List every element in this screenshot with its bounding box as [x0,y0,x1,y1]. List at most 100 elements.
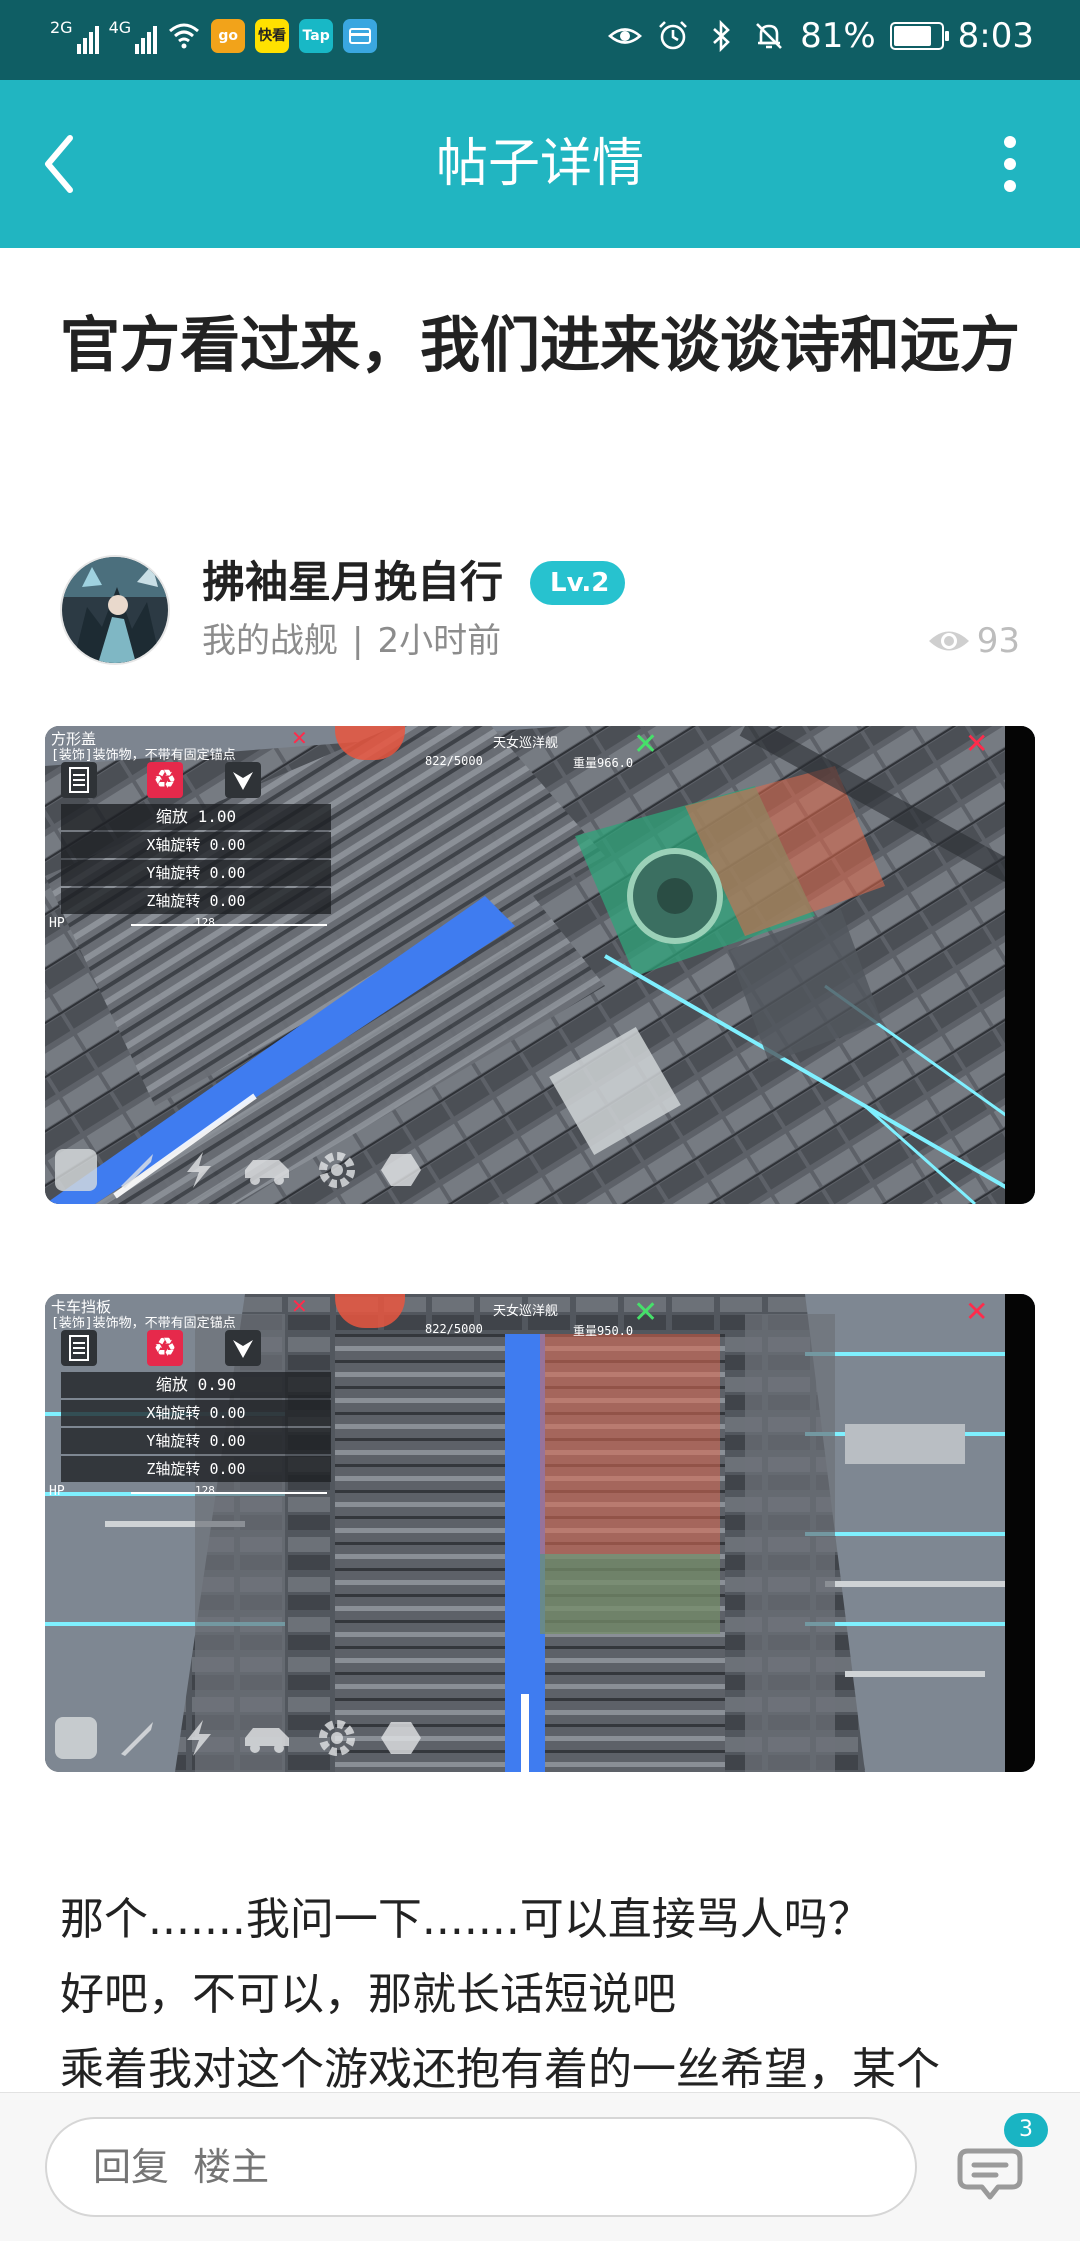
lightning-icon [187,1152,211,1188]
app-card-icon [343,19,378,53]
sword-icon [121,1154,153,1188]
post-title: 官方看过来，我们进来谈谈诗和远方 [60,311,1020,381]
post-section[interactable]: 我的战舰 [202,621,338,661]
panel-row: X轴旋转 0.00 [61,832,331,858]
collapse-icon [225,1330,261,1366]
more-dot-icon [1004,136,1016,148]
hp-bar [131,924,327,926]
alarm-icon [659,21,687,50]
eye-comfort-icon [608,28,643,44]
panel-row: 缩放 0.90 [61,1372,331,1398]
hp-label: HP [49,916,65,931]
part-desc: [装饰]装饰物，不带有固定锚点 [51,748,236,763]
close-x-icon: ✕ [291,726,308,750]
author-row: 拂袖星月挽自行 Lv.2 我的战舰 | 2小时前 93 [60,555,1020,665]
app-bar: 帖子详情 [0,80,1080,248]
status-bar-left: 2G 4G go 快看 Tap [50,18,378,54]
car-icon [245,1160,289,1185]
clock: 8:03 [957,16,1034,56]
meta-separator: | [352,621,364,661]
car-icon [245,1728,289,1753]
reply-input[interactable] [45,2117,917,2217]
hud-toolbar [55,1714,423,1762]
ship-weight: 重量966.0 [573,756,634,770]
hp-value: 128 [195,1484,215,1497]
post-meta: 我的战舰 | 2小时前 [202,617,501,665]
reply-bar: 3 [0,2092,1080,2241]
page-title: 帖子详情 [435,134,644,194]
post-time: 2小时前 [377,621,502,661]
author-name[interactable]: 拂袖星月挽自行 [202,555,503,611]
status-bar: 2G 4G go 快看 Tap 81% 8:03 [0,0,1080,80]
recycle-icon: ♻ [147,1330,183,1366]
app-tap-icon: Tap [299,19,334,53]
gear-icon [319,1720,355,1756]
wifi-icon [169,23,200,49]
status-bar-right: 81% 8:03 [608,16,1034,56]
ship-hp: 822/5000 [425,1322,483,1336]
post-image-1[interactable]: 方形盖 [装饰]装饰物，不带有固定锚点 ✕ 天女巡洋舰 822/5000 重量9… [45,726,1035,1204]
hp-bar [131,1492,327,1494]
sword-icon [121,1722,153,1756]
recycle-icon: ♻ [147,762,183,798]
cancel-x-icon: ✕ [965,1295,989,1328]
collapse-icon [225,762,261,798]
gear-icon [319,1152,355,1188]
mute-bell-icon [756,23,782,49]
battery-icon [889,22,949,50]
hud-toolbar [55,1146,423,1194]
square-icon [55,1149,97,1191]
game-hud: 方形盖 [装饰]装饰物，不带有固定锚点 ✕ 天女巡洋舰 822/5000 重量9… [45,726,1035,1204]
lightning-icon [187,1720,211,1756]
ship-hp: 822/5000 [425,754,483,768]
signal-2g-label: 2G [50,18,73,37]
view-count: 93 [927,617,1020,665]
confirm-check-icon: ✕ [633,1295,659,1330]
more-dot-icon [1004,158,1016,170]
transform-panel: 缩放 1.00 X轴旋转 0.00 Y轴旋转 0.00 Z轴旋转 0.00 [61,804,331,916]
avatar-image [62,557,168,663]
panel-row: Z轴旋转 0.00 [61,888,331,914]
ship-name: 天女巡洋舰 [493,1304,559,1319]
panel-row: Y轴旋转 0.00 [61,860,331,886]
body-paragraph: 好吧，不可以，那就长话短说吧 [60,1969,676,2020]
ship-weight: 重量950.0 [573,1324,634,1338]
panel-row: X轴旋转 0.00 [61,1400,331,1426]
part-desc: [装饰]装饰物，不带有固定锚点 [51,1316,236,1331]
panel-row: 缩放 1.00 [61,804,331,830]
square-icon [55,1717,97,1759]
body-paragraph: 那个.......我问一下.......可以直接骂人吗？ [60,1894,872,1945]
close-x-icon: ✕ [291,1294,308,1318]
document-icon [61,1330,97,1366]
eye-icon [928,631,969,651]
signal-4g-icon: 4G [109,18,158,54]
bluetooth-icon [713,19,730,53]
hp-label: HP [49,1484,65,1499]
hexagon-icon [381,1722,421,1754]
hp-value: 128 [195,916,215,929]
ship-name: 天女巡洋舰 [493,736,559,751]
more-options-button[interactable] [990,136,1030,192]
document-icon [61,762,97,798]
battery-percent: 81% [800,16,876,56]
more-dot-icon [1004,180,1016,192]
cancel-x-icon: ✕ [965,727,989,760]
app-go-icon: go [211,19,246,53]
hud-badge-icon [335,726,405,760]
level-badge: Lv.2 [530,561,626,605]
panel-row: Z轴旋转 0.00 [61,1456,331,1482]
hud-badge-icon [335,1294,405,1328]
hexagon-icon [381,1154,421,1186]
view-count-value: 93 [976,621,1020,661]
post-image-2[interactable]: 卡车挡板 [装饰]装饰物，不带有固定锚点 ✕ 天女巡洋舰 822/5000 重量… [45,1294,1035,1772]
battery-fill [893,26,931,46]
transform-panel: 缩放 0.90 X轴旋转 0.00 Y轴旋转 0.00 Z轴旋转 0.00 [61,1372,331,1484]
post-body: 那个.......我问一下.......可以直接骂人吗？ 好吧，不可以，那就长话… [60,1882,1020,2107]
confirm-check-icon: ✕ [633,727,659,762]
avatar[interactable] [60,555,170,665]
signal-4g-label: 4G [108,18,132,37]
panel-row: Y轴旋转 0.00 [61,1428,331,1454]
signal-2g-icon: 2G [50,18,99,54]
comment-count-badge: 3 [1004,2113,1048,2147]
game-hud: 卡车挡板 [装饰]装饰物，不带有固定锚点 ✕ 天女巡洋舰 822/5000 重量… [45,1294,1035,1772]
